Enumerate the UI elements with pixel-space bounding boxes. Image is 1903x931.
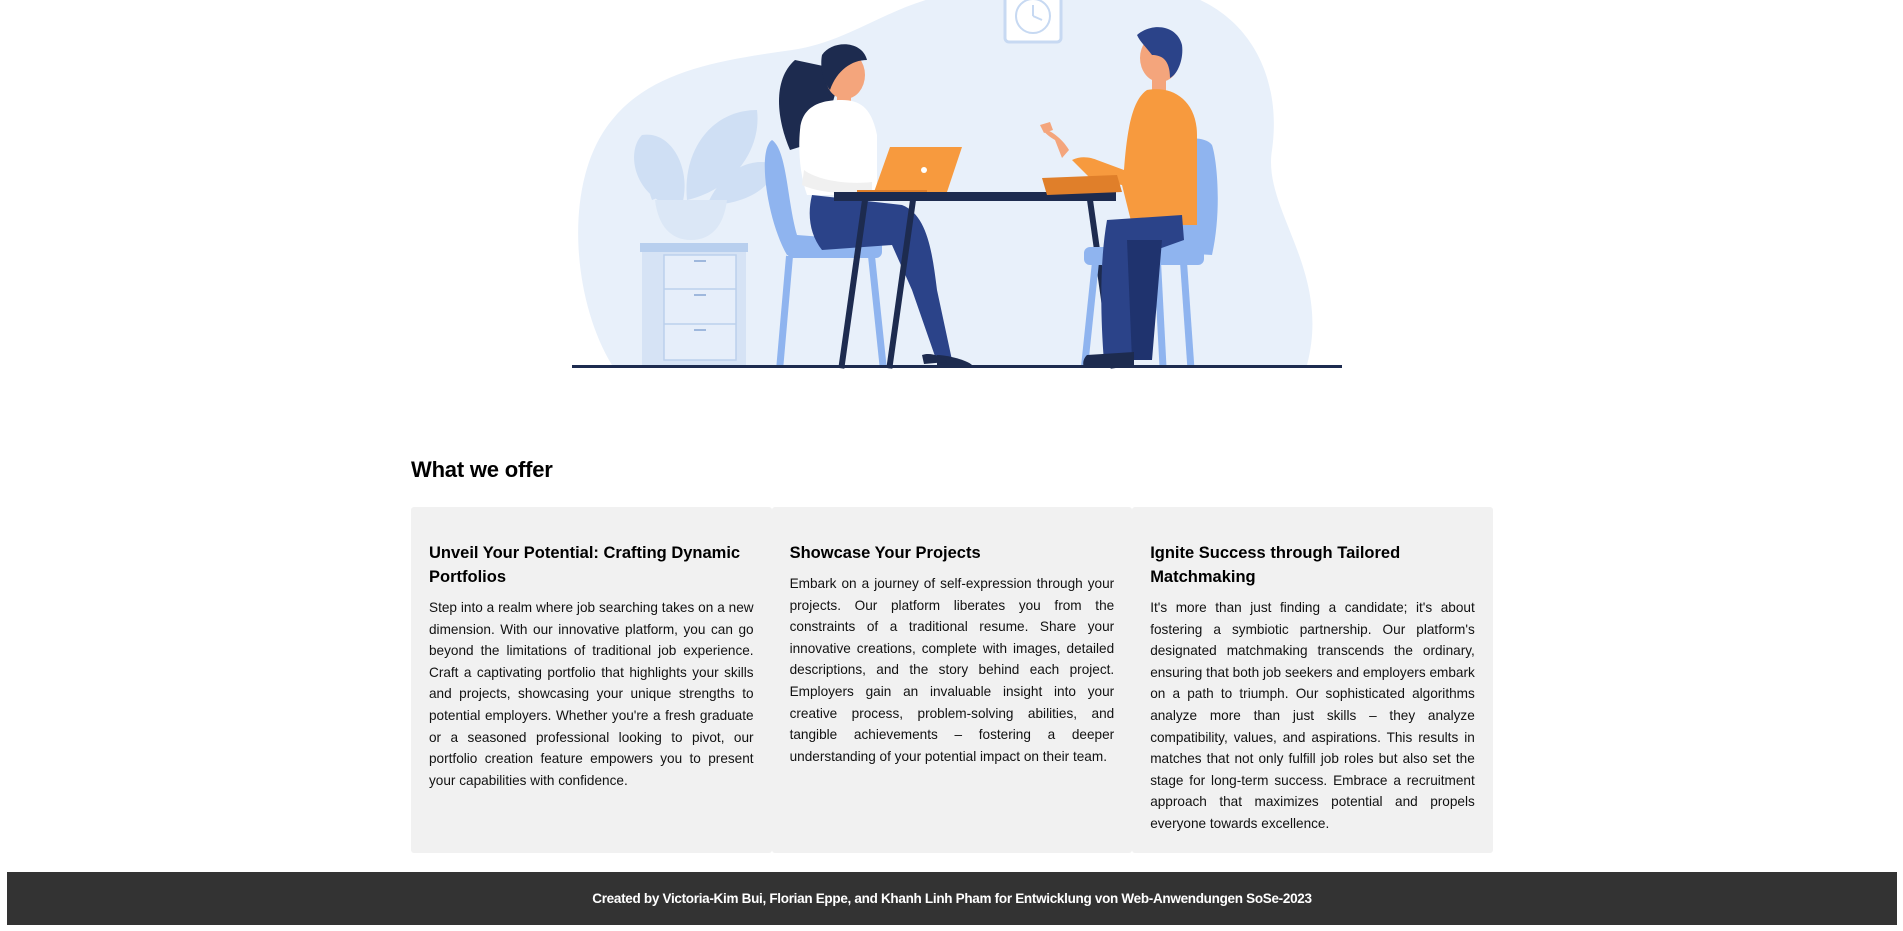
offer-card-matchmaking: Ignite Success through Tailored Matchmak… <box>1132 507 1493 853</box>
offer-card-portfolios: Unveil Your Potential: Crafting Dynamic … <box>411 507 772 853</box>
card-title: Ignite Success through Tailored Matchmak… <box>1150 544 1401 586</box>
page: What we offer Unveil Your Potential: Cra… <box>0 0 1903 931</box>
card-body: Embark on a journey of self-expression t… <box>789 576 1115 764</box>
hero-illustration <box>572 0 1342 370</box>
card-body: It's more than just finding a candidate;… <box>1150 600 1475 831</box>
card-title: Showcase Your Projects <box>789 544 981 562</box>
card-body: Step into a realm where job searching ta… <box>429 600 754 788</box>
interview-illustration <box>572 0 1342 369</box>
card-title: Unveil Your Potential: Crafting Dynamic … <box>429 544 741 586</box>
offer-cards: Unveil Your Potential: Crafting Dynamic … <box>411 507 1493 853</box>
section-heading: What we offer <box>411 457 553 482</box>
clock-icon <box>1003 0 1063 44</box>
floor-line <box>572 365 1342 368</box>
cabinet <box>640 243 748 365</box>
offer-card-projects: Showcase Your Projects Embark on a journ… <box>771 507 1133 853</box>
what-we-offer-section: What we offer Unveil Your Potential: Cra… <box>411 455 1493 853</box>
footer: Created by Victoria-Kim Bui, Florian Epp… <box>7 872 1897 925</box>
footer-credit: Created by Victoria-Kim Bui, Florian Epp… <box>592 891 1312 906</box>
